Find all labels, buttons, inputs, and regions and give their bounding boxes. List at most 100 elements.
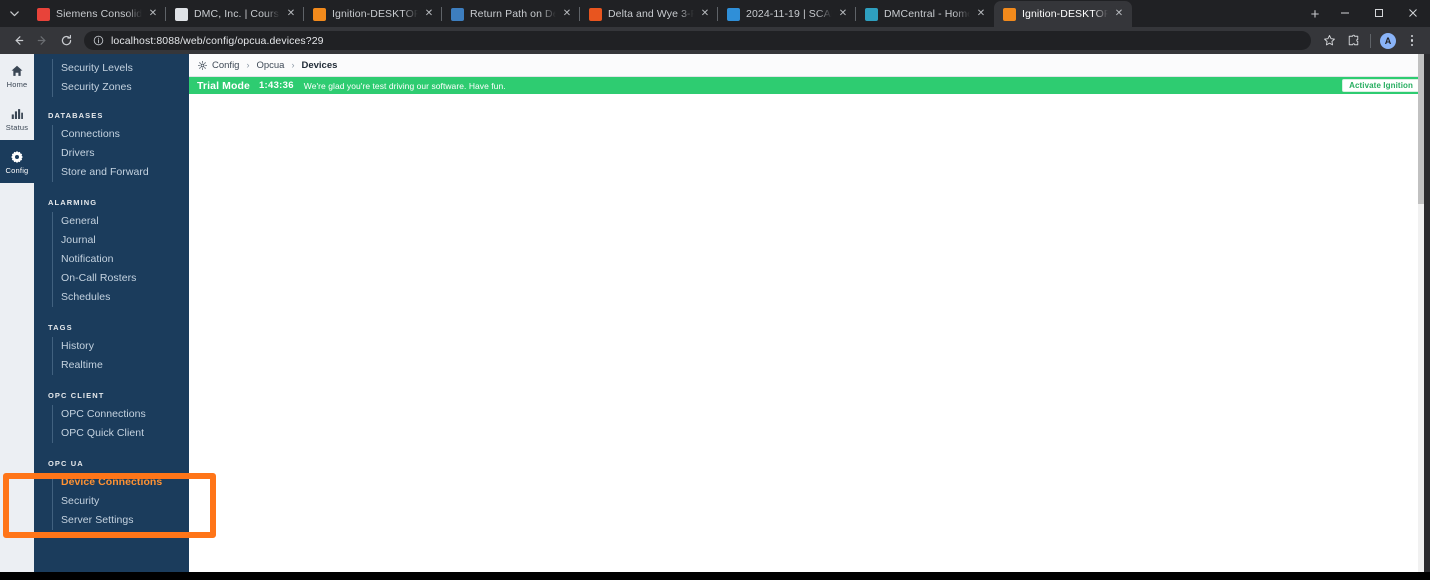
config-sidebar: Security Levels Security Zones DATABASES Co… <box>34 54 189 572</box>
browser-toolbar: localhost:8088/web/config/opcua.devices?… <box>0 27 1430 54</box>
sidebar-group: DATABASES Connections Drivers Store and For… <box>34 111 189 184</box>
breadcrumb-separator: › <box>246 60 250 70</box>
rail-item-status[interactable]: Status <box>0 97 34 140</box>
site-info-icon[interactable] <box>92 35 104 47</box>
forward-button[interactable] <box>30 29 54 53</box>
breadcrumb-config[interactable]: Config <box>212 60 239 71</box>
breadcrumb-separator: › <box>291 60 295 70</box>
breadcrumb: Config › Opcua › Devices <box>189 54 1424 77</box>
close-button[interactable] <box>1396 0 1430 26</box>
browser-tab[interactable]: Ignition-DESKTOP-K1788 ✕ <box>303 1 442 27</box>
sidebar-item-general[interactable]: General <box>53 212 189 231</box>
sidebar-group-items: Device Connections Security Server Setting… <box>52 473 189 530</box>
x-icon <box>727 7 740 21</box>
back-button[interactable] <box>6 29 30 53</box>
tabs-container: Siemens Consolidated VM✕DMC, Inc. | Cour… <box>28 0 1298 27</box>
tab-close-button[interactable]: ✕ <box>284 7 298 21</box>
trial-mode-banner: Trial Mode 1:43:36 We're glad you're tes… <box>189 77 1424 94</box>
new-tab-button[interactable]: + <box>1302 1 1328 27</box>
sidebar-item-security[interactable]: Security <box>53 492 189 511</box>
tab-close-button[interactable]: ✕ <box>974 7 988 21</box>
sidebar-item-realtime[interactable]: Realtime <box>53 356 189 375</box>
reload-button[interactable] <box>54 29 78 53</box>
sidebar-item-security-levels[interactable]: Security Levels <box>53 59 189 78</box>
browser-tab[interactable]: Siemens Consolidated VM ✕ <box>28 1 166 27</box>
tab-close-button[interactable]: ✕ <box>146 7 160 21</box>
browser-tab[interactable]: 2024-11-19 | SCADA User ✕ <box>717 1 856 27</box>
sidebar-item-notification[interactable]: Notification <box>53 250 189 269</box>
breadcrumb-opcua[interactable]: Opcua <box>256 60 284 71</box>
browser-tab[interactable]: DMC, Inc. | Course catalog ✕ <box>165 1 304 27</box>
tab-strip: Siemens Consolidated VM✕DMC, Inc. | Cour… <box>0 0 1430 27</box>
tab-close-button[interactable]: ✕ <box>422 7 436 21</box>
gear-icon <box>198 60 207 70</box>
info-circle-icon <box>93 35 103 46</box>
sidebar-group: ALARMING General Journal Notification On-Cal… <box>34 198 189 309</box>
maximize-icon <box>1375 9 1383 17</box>
sidebar-item-journal[interactable]: Journal <box>53 231 189 250</box>
highlight-backdrop-rail <box>9 479 34 532</box>
minimize-icon <box>1341 12 1349 14</box>
tab-title: Siemens Consolidated VM <box>56 8 142 20</box>
sidebar-item-drivers[interactable]: Drivers <box>53 144 189 163</box>
sidebar-item-store-and-forward[interactable]: Store and Forward <box>53 163 189 182</box>
sidebar-item-opc-connections[interactable]: OPC Connections <box>53 405 189 424</box>
sidebar-group-header: OPC CLIENT <box>48 391 105 400</box>
tab-close-button[interactable]: ✕ <box>836 7 850 21</box>
devices-content-area <box>189 94 1424 572</box>
activate-ignition-button[interactable]: Activate Ignition <box>1342 79 1420 92</box>
trial-message: We're glad you're test driving our softw… <box>303 80 506 91</box>
sidebar-item-server-settings[interactable]: Server Settings <box>53 511 189 530</box>
browser-tab[interactable]: Ignition-DESKTOP-K1788 ✕ <box>994 1 1132 27</box>
minimize-button[interactable] <box>1328 0 1362 26</box>
sidebar-item-history[interactable]: History <box>53 337 189 356</box>
trial-mode-label: Trial Mode <box>197 79 250 92</box>
extensions-button[interactable] <box>1341 29 1365 53</box>
chrome-menu-button[interactable] <box>1400 29 1424 53</box>
chevron-down-icon <box>9 11 19 17</box>
browser-tab[interactable]: DMCentral - Home ✕ <box>855 1 994 27</box>
browser-tab[interactable]: Delta and Wye 3-Phase C ✕ <box>579 1 718 27</box>
breadcrumb-devices: Devices <box>301 59 338 71</box>
tab-close-button[interactable]: ✕ <box>698 7 712 21</box>
maximize-button[interactable] <box>1362 0 1396 26</box>
page-viewport: Home Status Config Security Levels Security… <box>0 54 1430 580</box>
rail-item-home[interactable]: Home <box>0 54 34 97</box>
address-bar[interactable]: localhost:8088/web/config/opcua.devices?… <box>84 31 1311 50</box>
sidebar-item-security-zones[interactable]: Security Zones <box>53 78 189 97</box>
sidebar-group-header: DATABASES <box>48 111 104 120</box>
sidebar-item-schedules[interactable]: Schedules <box>53 288 189 307</box>
browser-window: Siemens Consolidated VM✕DMC, Inc. | Cour… <box>0 0 1430 580</box>
tab-search-button[interactable] <box>0 0 28 27</box>
profile-button[interactable]: A <box>1376 29 1400 53</box>
sidebar-group-header: OPC UA <box>48 459 84 468</box>
sidebar-group-items: History Realtime <box>52 337 189 375</box>
siemens-icon <box>37 7 50 21</box>
viewport-right-gutter <box>1424 108 1430 580</box>
sidebar-item-device-connections[interactable]: Device Connections <box>53 473 189 492</box>
sidebar-item-opc-quick-client[interactable]: OPC Quick Client <box>53 424 189 443</box>
rail-item-config[interactable]: Config <box>0 140 34 183</box>
tab-title: Ignition-DESKTOP-K1788 <box>332 8 418 20</box>
rail-item-label: Config <box>5 165 29 175</box>
browser-tab[interactable]: Return Path on Delta Prim ✕ <box>441 1 580 27</box>
sidebar-group: OPC CLIENT OPC Connections OPC Quick Clien… <box>34 391 189 445</box>
tab-title: Delta and Wye 3-Phase C <box>608 8 694 20</box>
sidebar-item-connections[interactable]: Connections <box>53 125 189 144</box>
tab-close-button[interactable]: ✕ <box>1112 7 1126 21</box>
gear-icon <box>10 149 24 165</box>
bookmark-button[interactable] <box>1317 29 1341 53</box>
puzzle-icon <box>1348 34 1358 46</box>
dmcentral-icon <box>865 7 878 21</box>
forward-arrow-icon <box>37 36 45 45</box>
rail-item-label: Status <box>5 122 29 132</box>
sidebar-top-items: Security Levels Security Zones <box>52 59 189 97</box>
video-icon <box>589 7 602 21</box>
sidebar-group-header: TAGS <box>48 323 73 332</box>
url-text: localhost:8088/web/config/opcua.devices?… <box>111 34 324 47</box>
sidebar-item-on-call-rosters[interactable]: On-Call Rosters <box>53 269 189 288</box>
tab-close-button[interactable]: ✕ <box>560 7 574 21</box>
